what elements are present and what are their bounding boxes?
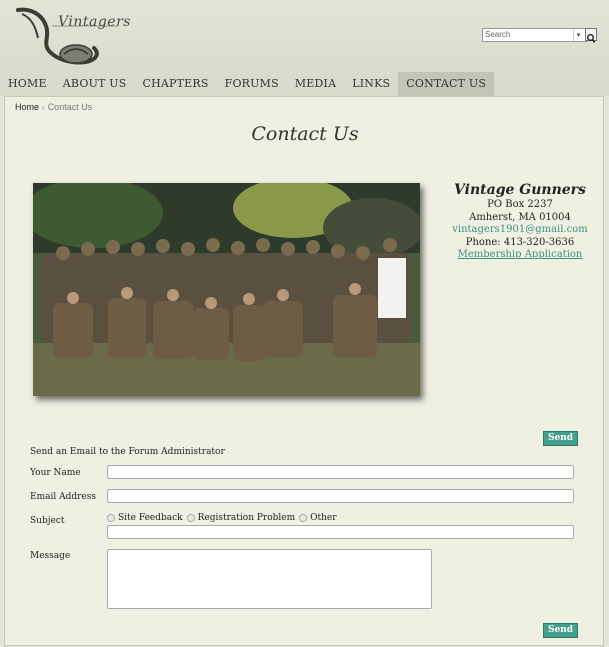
group-photo	[23, 178, 423, 396]
email-label: Email Address	[30, 492, 96, 502]
radio-icon[interactable]	[186, 514, 195, 522]
subject-option-other[interactable]: Other	[299, 513, 337, 523]
subject-option-registration-problem[interactable]: Registration Problem	[186, 513, 296, 523]
subject-label: Subject	[30, 516, 65, 526]
site-header: Vintagers Search ▾ HOME ABOUT US CHAPTER…	[0, 0, 609, 96]
city-state-zip: Amherst, MA 01004	[469, 211, 571, 223]
radio-label: Registration Problem	[197, 513, 296, 523]
nav-media[interactable]: MEDIA	[287, 72, 344, 96]
search-icon	[587, 34, 596, 43]
name-field[interactable]	[107, 465, 574, 479]
email-field[interactable]	[107, 489, 574, 503]
radio-label: Site Feedback	[118, 513, 183, 523]
main-nav: HOME ABOUT US CHAPTERS FORUMS MEDIA LINK…	[0, 72, 609, 96]
breadcrumb-current: Contact Us	[47, 102, 93, 112]
breadcrumb: Home › Contact Us	[15, 102, 92, 112]
org-name: Vintage Gunners	[454, 182, 586, 198]
breadcrumb-separator: ›	[42, 103, 45, 112]
search-button[interactable]	[585, 28, 597, 43]
form-heading: Send an Email to the Forum Administrator	[30, 447, 225, 457]
email-link[interactable]: vintagers1901@gmail.com	[450, 224, 590, 237]
nav-chapters[interactable]: CHAPTERS	[134, 72, 216, 96]
nav-links[interactable]: LINKS	[344, 72, 398, 96]
phone-number: Phone: 413-320-3636	[465, 236, 575, 248]
subject-options: Site Feedback Registration Problem Other	[107, 513, 341, 523]
radio-icon[interactable]	[107, 514, 115, 522]
breadcrumb-home[interactable]: Home	[15, 102, 39, 112]
nav-home[interactable]: HOME	[0, 72, 55, 96]
search-dropdown-icon[interactable]: ▾	[573, 29, 583, 41]
page-title: Contact Us	[251, 123, 359, 145]
site-logo[interactable]: Vintagers	[12, 4, 130, 70]
send-button-top[interactable]: Send	[543, 431, 578, 446]
send-button-bottom[interactable]: Send	[543, 623, 578, 638]
subject-option-site-feedback[interactable]: Site Feedback	[107, 513, 183, 523]
nav-contact-us[interactable]: CONTACT US	[398, 72, 495, 96]
subject-field[interactable]	[107, 525, 574, 539]
membership-application-link[interactable]: Membership Application	[450, 249, 590, 262]
nav-about-us[interactable]: ABOUT US	[55, 72, 135, 96]
po-box: PO Box 2237	[487, 199, 553, 210]
logo-text: Vintagers	[58, 14, 131, 30]
name-label: Your Name	[30, 468, 81, 478]
nav-forums[interactable]: FORUMS	[217, 72, 287, 96]
main-content: Home › Contact Us Contact Us Vintage Gun…	[4, 96, 604, 646]
radio-label: Other	[310, 513, 337, 523]
group-photo-image	[23, 178, 423, 396]
message-label: Message	[30, 551, 71, 561]
radio-icon[interactable]	[299, 514, 308, 522]
contact-info: Vintage Gunners PO Box 2237 Amherst, MA …	[450, 181, 590, 262]
message-textarea[interactable]	[107, 549, 432, 609]
